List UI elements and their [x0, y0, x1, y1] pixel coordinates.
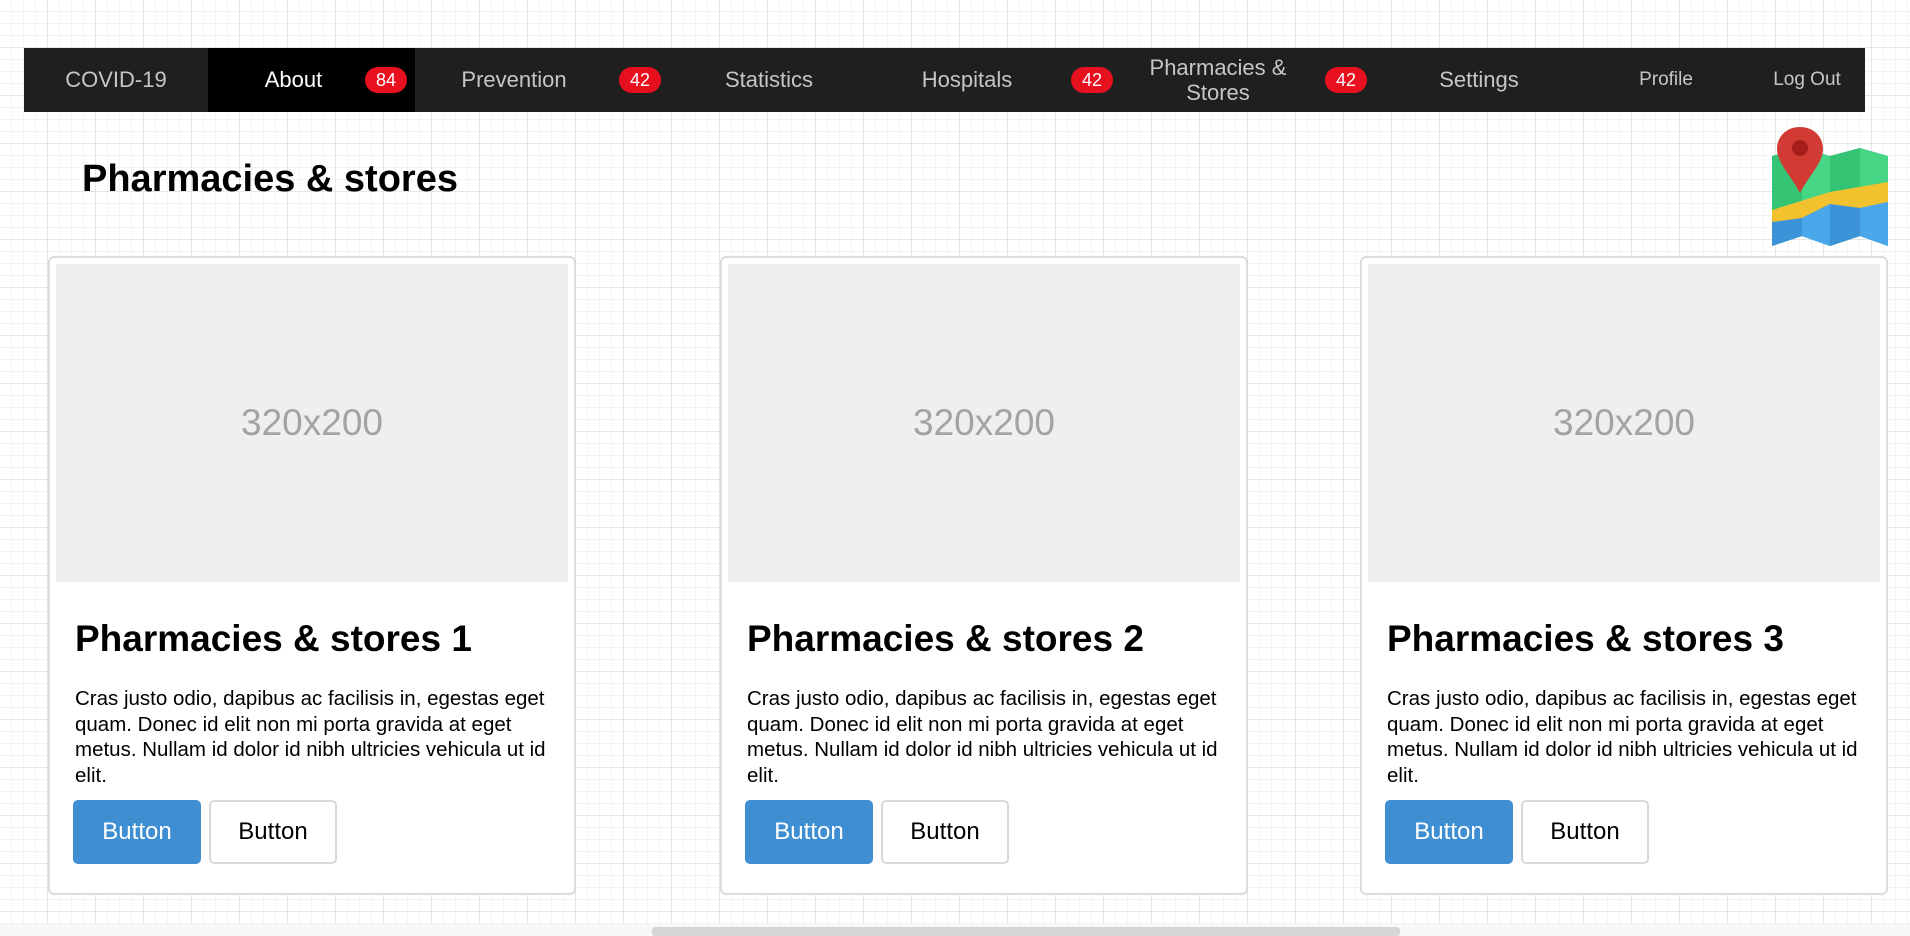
- image-size-label: 320x200: [913, 402, 1055, 443]
- nav-item-statistics[interactable]: Statistics: [669, 48, 869, 112]
- nav-item-label: Settings: [1439, 67, 1519, 93]
- map-location-icon: [1772, 127, 1888, 246]
- nav-item-label: Profile: [1639, 69, 1693, 91]
- image-size-label: 320x200: [1553, 402, 1695, 443]
- nav-item-profile[interactable]: Profile: [1583, 48, 1749, 112]
- scrollbar-thumb[interactable]: [652, 927, 1400, 936]
- pharmacy-card: 320x200 Pharmacies & stores 2 Cras justo…: [720, 256, 1248, 895]
- nav-item-settings[interactable]: Settings: [1375, 48, 1583, 112]
- nav-item-label: Prevention: [461, 67, 567, 93]
- secondary-button[interactable]: Button: [1521, 800, 1649, 864]
- card-title: Pharmacies & stores 1: [75, 618, 472, 659]
- card-image-placeholder: 320x200: [56, 264, 568, 582]
- primary-button[interactable]: Button: [1385, 800, 1513, 864]
- primary-button[interactable]: Button: [745, 800, 873, 864]
- nav-item-prevention[interactable]: Prevention 42: [415, 48, 669, 112]
- notification-badge: 42: [1071, 67, 1113, 93]
- card-text: Cras justo odio, dapibus ac facilisis in…: [747, 687, 1218, 787]
- nav-item-label: About: [264, 67, 323, 93]
- card-text: Cras justo odio, dapibus ac facilisis in…: [75, 687, 546, 787]
- card-title: Pharmacies & stores 2: [747, 618, 1144, 659]
- nav-item-about[interactable]: About 84: [208, 48, 415, 112]
- notification-badge: 42: [619, 67, 661, 93]
- page-title: Pharmacies & stores: [82, 158, 458, 200]
- notification-badge: 42: [1325, 67, 1367, 93]
- nav-item-label: Log Out: [1773, 69, 1841, 91]
- nav-item-pharmacies-stores[interactable]: Pharmacies & Stores 42: [1121, 48, 1375, 112]
- secondary-button[interactable]: Button: [209, 800, 337, 864]
- top-navbar: COVID-19 About 84 Prevention 42 Statisti…: [24, 48, 1865, 112]
- pharmacy-card: 320x200 Pharmacies & stores 3 Cras justo…: [1360, 256, 1888, 895]
- pharmacy-card: 320x200 Pharmacies & stores 1 Cras justo…: [48, 256, 576, 895]
- card-image-placeholder: 320x200: [728, 264, 1240, 582]
- primary-button[interactable]: Button: [73, 800, 201, 864]
- notification-badge: 84: [365, 67, 407, 93]
- card-title: Pharmacies & stores 3: [1387, 618, 1784, 659]
- nav-item-label: Pharmacies & Stores: [1149, 54, 1287, 105]
- nav-item-log-out[interactable]: Log Out: [1749, 48, 1865, 112]
- image-size-label: 320x200: [241, 402, 383, 443]
- nav-item-covid-19[interactable]: COVID-19: [24, 48, 208, 112]
- card-text: Cras justo odio, dapibus ac facilisis in…: [1387, 687, 1858, 787]
- card-image-placeholder: 320x200: [1368, 264, 1880, 582]
- nav-item-hospitals[interactable]: Hospitals 42: [869, 48, 1121, 112]
- nav-item-label: Statistics: [724, 67, 814, 93]
- nav-item-label: Hospitals: [921, 67, 1013, 93]
- nav-item-label: COVID-19: [65, 67, 167, 93]
- secondary-button[interactable]: Button: [881, 800, 1009, 864]
